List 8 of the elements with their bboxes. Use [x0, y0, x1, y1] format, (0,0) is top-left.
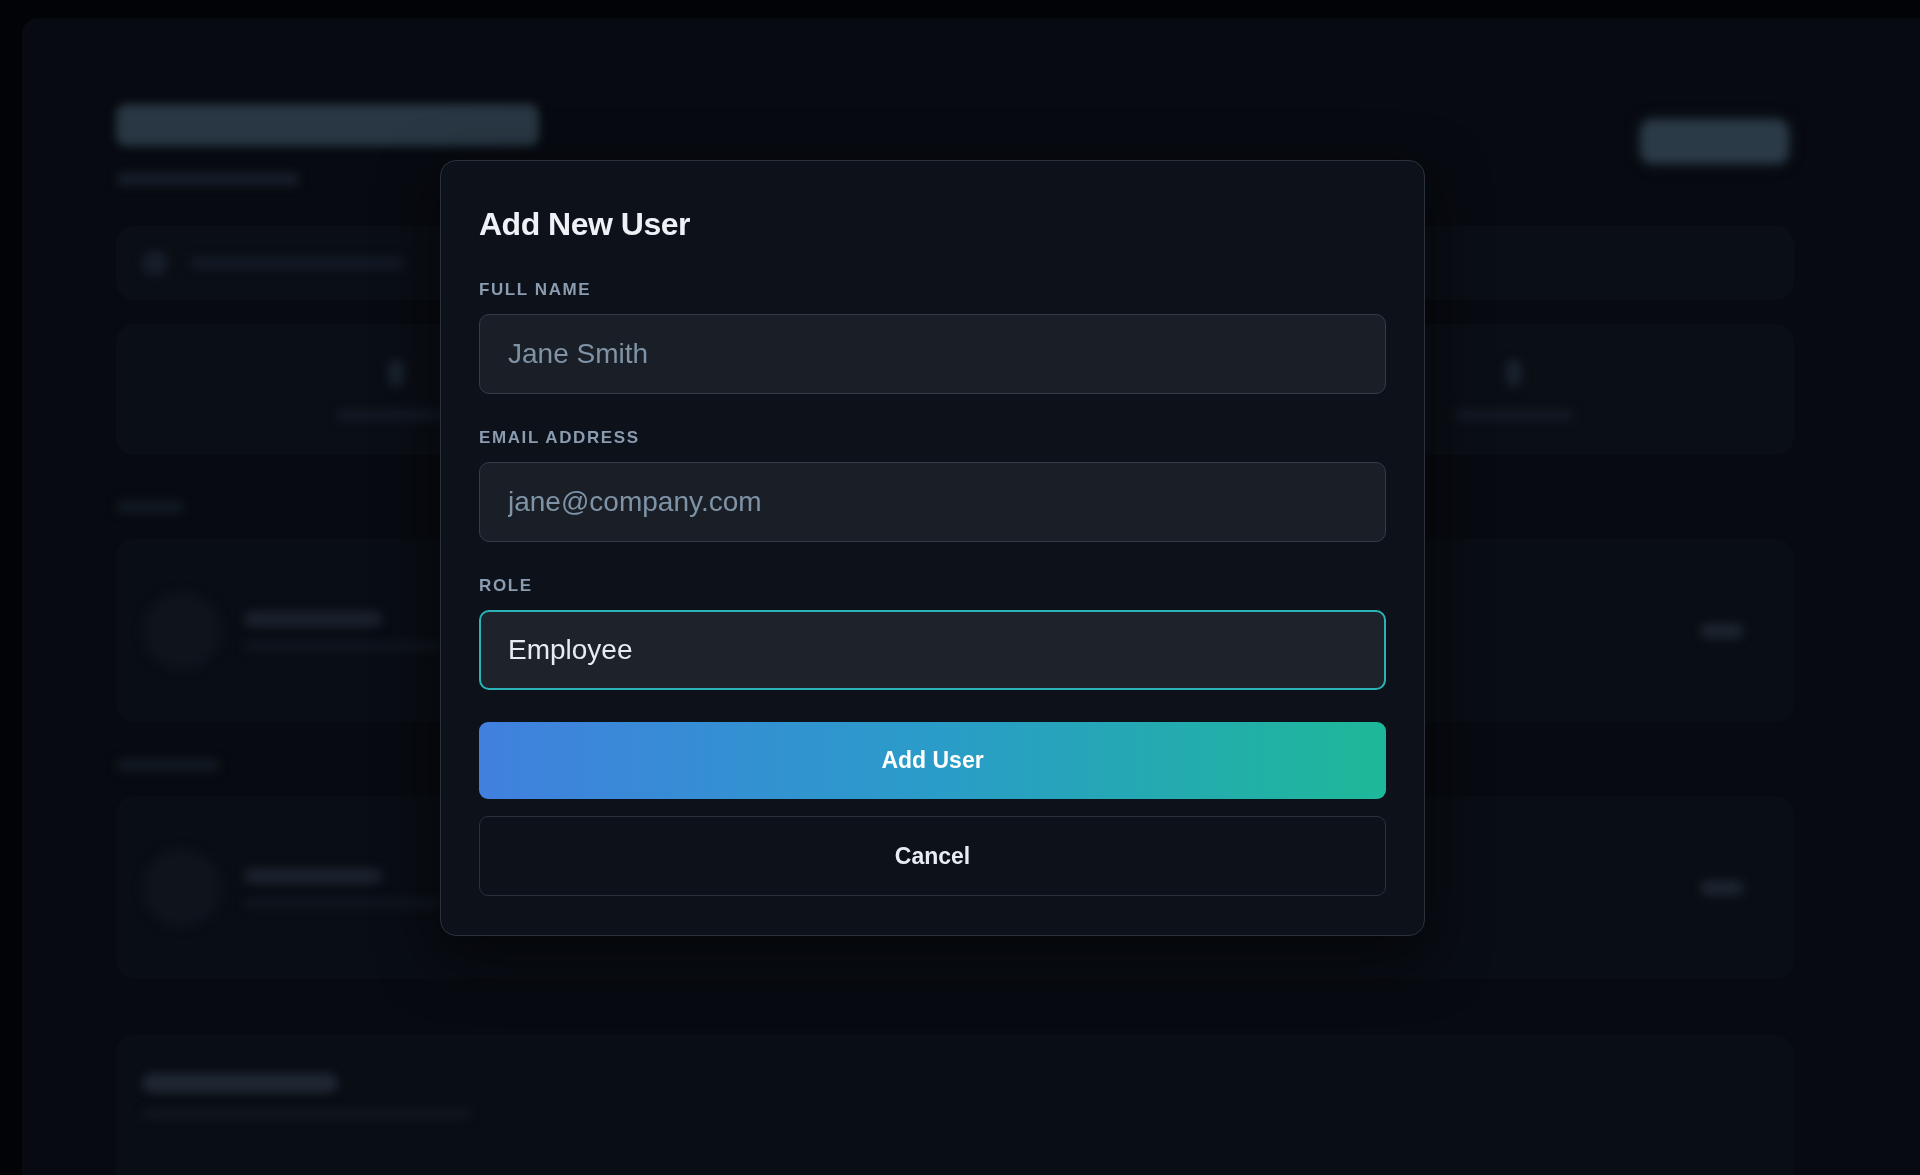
- field-label: FULL NAME: [479, 279, 593, 301]
- input-field[interactable]: Employee: [479, 610, 1386, 690]
- input-field[interactable]: Jane Smith: [479, 314, 1386, 394]
- field-label: ROLE: [479, 575, 534, 597]
- input-field[interactable]: jane@company.com: [479, 462, 1386, 542]
- dialog-title: Add New User: [479, 205, 691, 244]
- cancel-button[interactable]: Cancel: [479, 816, 1386, 896]
- field-label: EMAIL ADDRESS: [479, 427, 641, 449]
